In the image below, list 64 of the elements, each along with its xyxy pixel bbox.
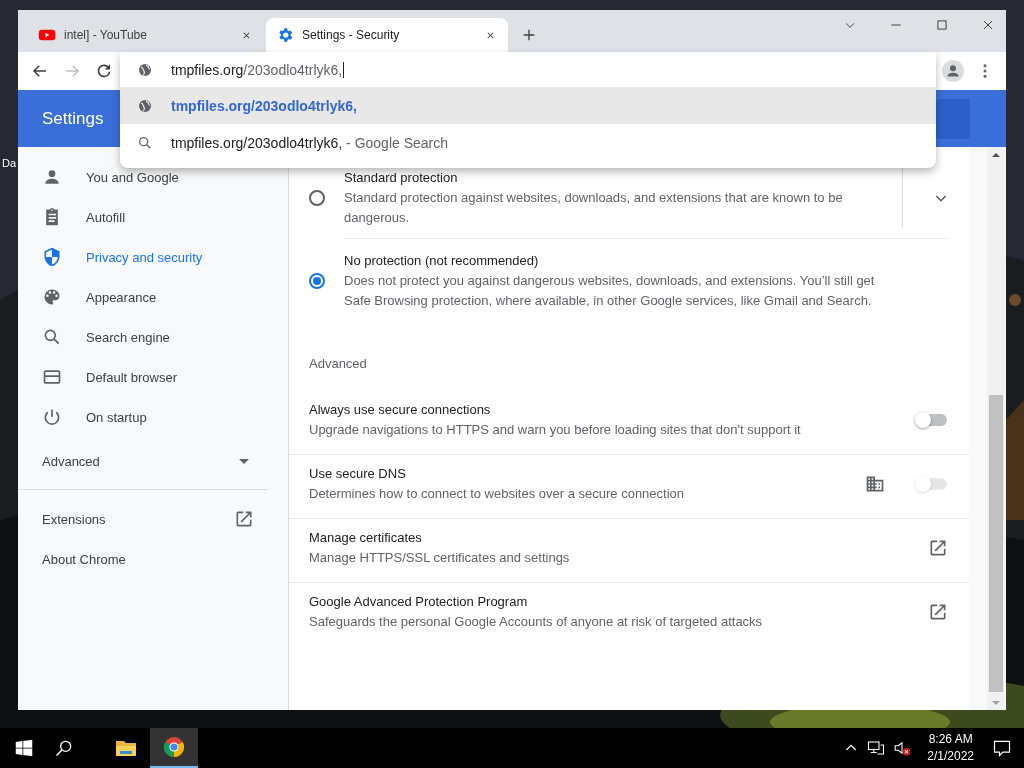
globe-icon [137, 97, 153, 114]
profile-button[interactable] [942, 60, 964, 82]
suggestion-item[interactable]: tmpfiles.org/203odlo4trlyk6, [171, 97, 357, 114]
sidebar-item[interactable]: Privacy and security [18, 237, 288, 277]
clock-date[interactable]: 2/1/2022 [927, 748, 974, 765]
person-icon [42, 167, 62, 187]
notifications-button[interactable] [992, 738, 1012, 758]
sidebar-item[interactable]: On startup [18, 397, 288, 437]
desktop-icon-label[interactable]: Da [2, 157, 17, 169]
search-field[interactable] [936, 98, 970, 139]
setting-description: Upgrade navigations to HTTPS and warn you before loading sites that don't support it [309, 420, 802, 439]
scrollbar[interactable] [987, 147, 1005, 710]
browser-tab[interactable]: Settings - Security [266, 18, 508, 52]
sidebar-link[interactable]: Extensions [18, 499, 288, 539]
setting-title: Manage certificates [309, 528, 423, 547]
search-icon [42, 327, 62, 347]
radio-button[interactable] [309, 273, 325, 289]
globe-icon [137, 61, 153, 78]
tab-title: intel] - YouTube [64, 28, 148, 42]
sidebar-item[interactable]: Autofill [18, 197, 288, 237]
shield-icon [42, 247, 62, 267]
sidebar-link[interactable]: About Chrome [18, 539, 288, 579]
maximize-button[interactable] [935, 18, 949, 32]
browser-window-icon [42, 367, 62, 387]
new-tab-button[interactable] [521, 27, 537, 43]
power-icon [42, 407, 62, 427]
network-icon[interactable] [867, 739, 886, 757]
reload-button[interactable] [95, 62, 113, 80]
browser-tab[interactable]: intel] - YouTube [28, 18, 264, 52]
option-description: Does not protect you against dangerous websites, downloads, and extensions. You’ll still get Safe Browsing protection, where available, in other Google services, like Gmail and Search. [344, 272, 876, 310]
advanced-section-toggle[interactable]: Advanced [18, 441, 288, 481]
setting-description: Manage HTTPS/SSL certificates and settings [309, 548, 571, 567]
settings-title: Settings [42, 108, 104, 129]
sidebar-item[interactable]: Search engine [18, 317, 288, 357]
address-field[interactable]: tmpfiles.org/203odlo4trlyk6, [171, 61, 345, 78]
search-button[interactable] [54, 738, 74, 758]
volume-icon[interactable] [893, 739, 912, 757]
setting-title: Use secure DNS [309, 464, 407, 483]
tab-title: Settings - Security [302, 28, 401, 42]
clock-time[interactable]: 8:26 AM [927, 731, 974, 748]
gear-icon [276, 26, 294, 44]
taskbar-app-button[interactable] [150, 728, 198, 768]
setting-title: Always use secure connections [309, 400, 492, 419]
close-button[interactable] [981, 18, 995, 32]
option-description: Standard protection against websites, downloads, and extensions that are known to be dangerous. [344, 189, 844, 227]
caret-icon [239, 458, 249, 464]
radio-button[interactable] [309, 190, 325, 206]
option-title: No protection (not recommended) [344, 252, 540, 270]
setting-title: Google Advanced Protection Program [309, 593, 529, 611]
back-button[interactable] [31, 62, 49, 80]
section-heading: Advanced [308, 355, 368, 373]
chrome-icon [162, 735, 186, 759]
option-title: Standard protection [344, 169, 459, 187]
setting-description: Determines how to connect to websites over a secure connection [309, 484, 686, 503]
sidebar-item[interactable]: Default browser [18, 357, 288, 397]
external-link-icon[interactable] [928, 602, 948, 622]
sidebar-item[interactable]: Appearance [18, 277, 288, 317]
external-link-icon [234, 509, 254, 529]
toggle-switch[interactable] [917, 413, 947, 426]
start-button[interactable] [15, 739, 33, 757]
setting-description: Safeguards the personal Google Accounts of anyone at risk of targeted attacks [309, 613, 764, 631]
search-icon [137, 134, 153, 151]
palette-icon [42, 287, 62, 307]
suggestion-item[interactable]: tmpfiles.org/203odlo4trlyk6, - Google Search [171, 134, 449, 151]
